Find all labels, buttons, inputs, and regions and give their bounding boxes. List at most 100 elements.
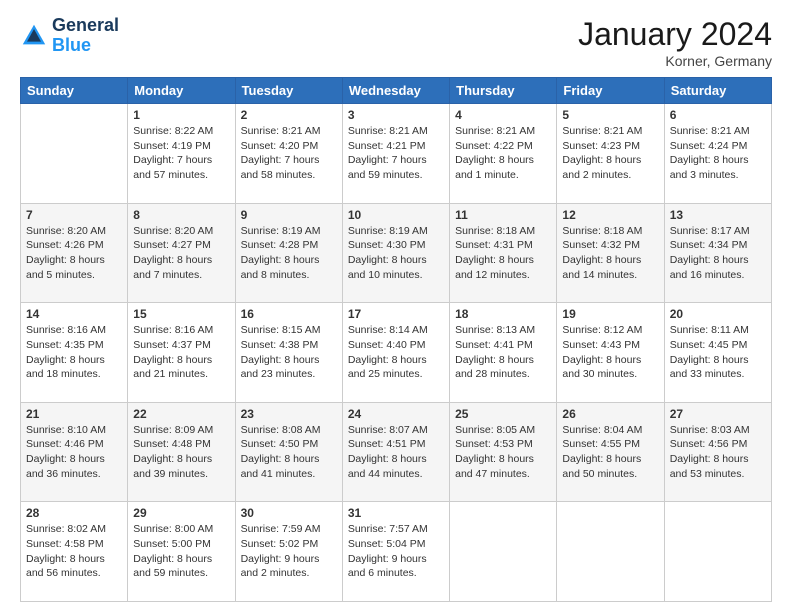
calendar-cell: 24 Sunrise: 8:07 AM Sunset: 4:51 PM Dayl… xyxy=(342,402,449,502)
logo-text: General Blue xyxy=(52,16,119,56)
sunset-text: Sunset: 4:34 PM xyxy=(670,238,766,253)
day-number: 12 xyxy=(562,208,658,222)
sunrise-text: Sunrise: 8:21 AM xyxy=(348,124,444,139)
calendar-cell: 23 Sunrise: 8:08 AM Sunset: 4:50 PM Dayl… xyxy=(235,402,342,502)
sun-info: Sunrise: 8:18 AM Sunset: 4:32 PM Dayligh… xyxy=(562,224,658,283)
daylight-text: Daylight: 8 hours and 23 minutes. xyxy=(241,353,337,382)
sun-info: Sunrise: 8:21 AM Sunset: 4:24 PM Dayligh… xyxy=(670,124,766,183)
sun-info: Sunrise: 8:19 AM Sunset: 4:30 PM Dayligh… xyxy=(348,224,444,283)
sunrise-text: Sunrise: 7:59 AM xyxy=(241,522,337,537)
day-number: 25 xyxy=(455,407,551,421)
location: Korner, Germany xyxy=(578,53,772,69)
calendar-cell: 20 Sunrise: 8:11 AM Sunset: 4:45 PM Dayl… xyxy=(664,303,771,403)
sunset-text: Sunset: 4:56 PM xyxy=(670,437,766,452)
sunset-text: Sunset: 4:27 PM xyxy=(133,238,229,253)
sunrise-text: Sunrise: 8:19 AM xyxy=(241,224,337,239)
day-number: 29 xyxy=(133,506,229,520)
sunrise-text: Sunrise: 8:22 AM xyxy=(133,124,229,139)
sun-info: Sunrise: 8:14 AM Sunset: 4:40 PM Dayligh… xyxy=(348,323,444,382)
sunrise-text: Sunrise: 8:21 AM xyxy=(241,124,337,139)
sun-info: Sunrise: 8:11 AM Sunset: 4:45 PM Dayligh… xyxy=(670,323,766,382)
day-number: 22 xyxy=(133,407,229,421)
page: General Blue January 2024 Korner, German… xyxy=(0,0,792,612)
sun-info: Sunrise: 8:21 AM Sunset: 4:20 PM Dayligh… xyxy=(241,124,337,183)
sunrise-text: Sunrise: 8:02 AM xyxy=(26,522,122,537)
sunrise-text: Sunrise: 8:16 AM xyxy=(26,323,122,338)
logo: General Blue xyxy=(20,16,119,56)
sun-info: Sunrise: 8:10 AM Sunset: 4:46 PM Dayligh… xyxy=(26,423,122,482)
sun-info: Sunrise: 8:16 AM Sunset: 4:35 PM Dayligh… xyxy=(26,323,122,382)
sunrise-text: Sunrise: 8:08 AM xyxy=(241,423,337,438)
daylight-text: Daylight: 8 hours and 2 minutes. xyxy=(562,153,658,182)
calendar-cell: 7 Sunrise: 8:20 AM Sunset: 4:26 PM Dayli… xyxy=(21,203,128,303)
sun-info: Sunrise: 7:57 AM Sunset: 5:04 PM Dayligh… xyxy=(348,522,444,581)
day-number: 24 xyxy=(348,407,444,421)
sunset-text: Sunset: 4:28 PM xyxy=(241,238,337,253)
sunrise-text: Sunrise: 8:05 AM xyxy=(455,423,551,438)
calendar-cell xyxy=(557,502,664,602)
sunset-text: Sunset: 4:41 PM xyxy=(455,338,551,353)
sunrise-text: Sunrise: 8:13 AM xyxy=(455,323,551,338)
daylight-text: Daylight: 8 hours and 50 minutes. xyxy=(562,452,658,481)
calendar-week-row: 14 Sunrise: 8:16 AM Sunset: 4:35 PM Dayl… xyxy=(21,303,772,403)
day-number: 23 xyxy=(241,407,337,421)
daylight-text: Daylight: 8 hours and 7 minutes. xyxy=(133,253,229,282)
calendar-cell: 9 Sunrise: 8:19 AM Sunset: 4:28 PM Dayli… xyxy=(235,203,342,303)
daylight-text: Daylight: 8 hours and 21 minutes. xyxy=(133,353,229,382)
day-number: 14 xyxy=(26,307,122,321)
calendar-cell: 28 Sunrise: 8:02 AM Sunset: 4:58 PM Dayl… xyxy=(21,502,128,602)
col-sunday: Sunday xyxy=(21,78,128,104)
sun-info: Sunrise: 8:21 AM Sunset: 4:22 PM Dayligh… xyxy=(455,124,551,183)
sunrise-text: Sunrise: 8:21 AM xyxy=(455,124,551,139)
sunrise-text: Sunrise: 8:20 AM xyxy=(26,224,122,239)
day-number: 15 xyxy=(133,307,229,321)
day-number: 8 xyxy=(133,208,229,222)
calendar-cell: 29 Sunrise: 8:00 AM Sunset: 5:00 PM Dayl… xyxy=(128,502,235,602)
col-saturday: Saturday xyxy=(664,78,771,104)
daylight-text: Daylight: 8 hours and 28 minutes. xyxy=(455,353,551,382)
daylight-text: Daylight: 9 hours and 6 minutes. xyxy=(348,552,444,581)
sunset-text: Sunset: 4:48 PM xyxy=(133,437,229,452)
sunset-text: Sunset: 5:04 PM xyxy=(348,537,444,552)
day-number: 5 xyxy=(562,108,658,122)
sunset-text: Sunset: 4:31 PM xyxy=(455,238,551,253)
calendar-cell: 6 Sunrise: 8:21 AM Sunset: 4:24 PM Dayli… xyxy=(664,104,771,204)
calendar-cell xyxy=(450,502,557,602)
title-block: January 2024 Korner, Germany xyxy=(578,16,772,69)
sun-info: Sunrise: 8:02 AM Sunset: 4:58 PM Dayligh… xyxy=(26,522,122,581)
daylight-text: Daylight: 8 hours and 39 minutes. xyxy=(133,452,229,481)
sunrise-text: Sunrise: 8:17 AM xyxy=(670,224,766,239)
calendar-cell: 3 Sunrise: 8:21 AM Sunset: 4:21 PM Dayli… xyxy=(342,104,449,204)
calendar-cell xyxy=(664,502,771,602)
calendar-cell xyxy=(21,104,128,204)
daylight-text: Daylight: 7 hours and 58 minutes. xyxy=(241,153,337,182)
day-number: 9 xyxy=(241,208,337,222)
daylight-text: Daylight: 8 hours and 41 minutes. xyxy=(241,452,337,481)
sunset-text: Sunset: 4:26 PM xyxy=(26,238,122,253)
day-number: 1 xyxy=(133,108,229,122)
sun-info: Sunrise: 8:17 AM Sunset: 4:34 PM Dayligh… xyxy=(670,224,766,283)
daylight-text: Daylight: 8 hours and 12 minutes. xyxy=(455,253,551,282)
sun-info: Sunrise: 8:00 AM Sunset: 5:00 PM Dayligh… xyxy=(133,522,229,581)
day-number: 7 xyxy=(26,208,122,222)
sun-info: Sunrise: 8:12 AM Sunset: 4:43 PM Dayligh… xyxy=(562,323,658,382)
daylight-text: Daylight: 8 hours and 8 minutes. xyxy=(241,253,337,282)
daylight-text: Daylight: 8 hours and 18 minutes. xyxy=(26,353,122,382)
sunset-text: Sunset: 4:45 PM xyxy=(670,338,766,353)
calendar-cell: 17 Sunrise: 8:14 AM Sunset: 4:40 PM Dayl… xyxy=(342,303,449,403)
col-wednesday: Wednesday xyxy=(342,78,449,104)
daylight-text: Daylight: 8 hours and 44 minutes. xyxy=(348,452,444,481)
sun-info: Sunrise: 8:05 AM Sunset: 4:53 PM Dayligh… xyxy=(455,423,551,482)
sunrise-text: Sunrise: 8:21 AM xyxy=(670,124,766,139)
day-number: 18 xyxy=(455,307,551,321)
sunrise-text: Sunrise: 8:20 AM xyxy=(133,224,229,239)
calendar-week-row: 28 Sunrise: 8:02 AM Sunset: 4:58 PM Dayl… xyxy=(21,502,772,602)
sun-info: Sunrise: 8:22 AM Sunset: 4:19 PM Dayligh… xyxy=(133,124,229,183)
sun-info: Sunrise: 8:16 AM Sunset: 4:37 PM Dayligh… xyxy=(133,323,229,382)
sunrise-text: Sunrise: 8:09 AM xyxy=(133,423,229,438)
calendar-cell: 31 Sunrise: 7:57 AM Sunset: 5:04 PM Dayl… xyxy=(342,502,449,602)
day-number: 10 xyxy=(348,208,444,222)
sunset-text: Sunset: 4:43 PM xyxy=(562,338,658,353)
daylight-text: Daylight: 8 hours and 33 minutes. xyxy=(670,353,766,382)
sunset-text: Sunset: 4:22 PM xyxy=(455,139,551,154)
